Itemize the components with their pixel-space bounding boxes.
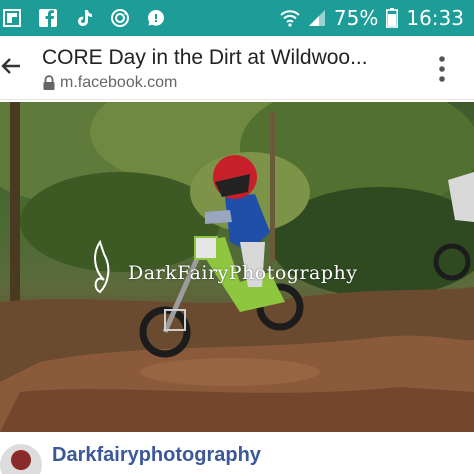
battery-percent: 75% xyxy=(333,6,379,30)
system-indicators: 75% 16:33 xyxy=(272,6,464,30)
battery-icon xyxy=(386,8,399,28)
wifi-icon xyxy=(280,9,300,27)
tiktok-icon xyxy=(74,8,94,28)
clock: 16:33 xyxy=(406,6,464,30)
lock-icon xyxy=(42,75,56,91)
status-bar: 75% 16:33 xyxy=(0,0,474,36)
url-text: m.facebook.com xyxy=(60,74,178,91)
flipboard-icon xyxy=(2,8,22,28)
post-author-bar: Darkfairyphotography xyxy=(0,432,474,474)
back-arrow-icon[interactable] xyxy=(0,54,24,78)
notification-icons xyxy=(2,8,182,28)
photo-watermark: DarkFairyPhotography xyxy=(128,262,358,284)
url-row[interactable]: m.facebook.com xyxy=(42,74,177,92)
author-avatar[interactable] xyxy=(0,444,42,474)
author-name-link[interactable]: Darkfairyphotography xyxy=(52,444,261,467)
page-title: CORE Day in the Dirt at Wildwoo... xyxy=(42,46,368,69)
signal-icon xyxy=(308,9,326,27)
post-photo[interactable]: DarkFairyPhotography xyxy=(0,102,474,432)
facebook-icon xyxy=(38,8,58,28)
sync-icon xyxy=(110,8,130,28)
overflow-menu-icon[interactable] xyxy=(438,56,446,82)
whatsapp-icon xyxy=(146,8,166,28)
browser-header: CORE Day in the Dirt at Wildwoo... m.fac… xyxy=(0,36,474,100)
